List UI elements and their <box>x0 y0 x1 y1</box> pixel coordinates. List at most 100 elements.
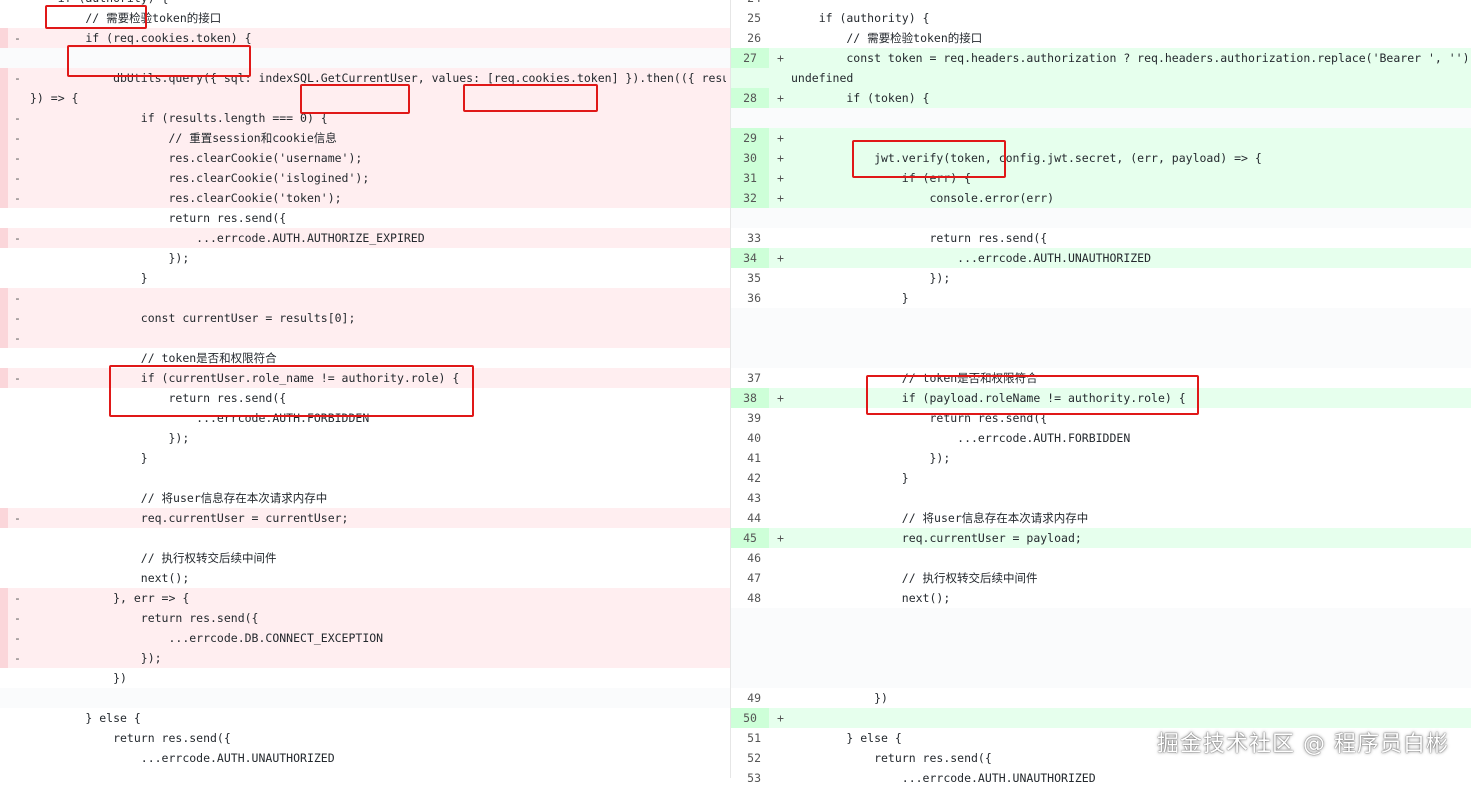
diff-marker: + <box>777 131 784 145</box>
line-number: 31 <box>731 168 769 188</box>
diff-marker: - <box>14 231 21 245</box>
code-text: }, err => { <box>30 591 190 605</box>
diff-marker: - <box>14 31 21 45</box>
diff-marker: - <box>14 111 21 125</box>
diff-line <box>731 668 1471 688</box>
line-number: 35 <box>747 271 761 285</box>
diff-line: 25 if (authority) { <box>731 8 1471 28</box>
diff-line <box>731 328 1471 348</box>
diff-line: 36 } <box>731 288 1471 308</box>
watermark: 掘金技术社区 @ 程序员白彬 <box>1157 732 1449 757</box>
diff-line <box>0 468 730 488</box>
diff-line: - <box>0 288 730 308</box>
code-text: if (authority) { <box>30 0 726 8</box>
code-text: return res.send({ <box>30 211 287 225</box>
diff-line: 37 // token是否和权限符合 <box>731 368 1471 388</box>
diff-line: // 执行权转交后续中间件 <box>0 548 730 568</box>
code-text: return res.send({ <box>791 231 1048 245</box>
diff-line: - return res.send({ <box>0 608 730 628</box>
line-number: 53 <box>747 771 761 785</box>
diff-marker: - <box>14 71 21 85</box>
diff-marker: - <box>14 151 21 165</box>
diff-marker: - <box>14 631 21 645</box>
code-text: } <box>791 291 909 305</box>
diff-line: 27 + const token = req.headers.authorizat… <box>731 48 1471 88</box>
diff-line: }); <box>0 428 730 448</box>
diff-line: - res.clearCookie('islogined'); <box>0 168 730 188</box>
diff-line <box>731 108 1471 128</box>
diff-marker: - <box>14 311 21 325</box>
code-text: if (err) { <box>791 171 972 185</box>
line-number: 33 <box>747 231 761 245</box>
diff-line: 31 + if (err) { <box>731 168 1471 188</box>
diff-line: 35 }); <box>731 268 1471 288</box>
line-number: 32 <box>731 188 769 208</box>
diff-marker: + <box>777 251 784 265</box>
diff-line <box>0 528 730 548</box>
diff-marker: - <box>14 171 21 185</box>
diff-line: 34 + ...errcode.AUTH.UNAUTHORIZED <box>731 248 1471 268</box>
diff-line: 30 + jwt.verify(token, config.jwt.secret,… <box>731 148 1471 168</box>
code-text: // 重置session和cookie信息 <box>30 131 337 145</box>
code-text: res.clearCookie('token'); <box>30 191 342 205</box>
code-text: // token是否和权限符合 <box>791 371 1038 385</box>
code-text: // 将user信息存在本次请求内存中 <box>791 511 1089 525</box>
diff-marker: + <box>777 531 784 545</box>
code-text: // 将user信息存在本次请求内存中 <box>30 491 328 505</box>
diff-marker: - <box>14 131 21 145</box>
line-number: 26 <box>747 31 761 45</box>
diff-marker: + <box>777 51 784 65</box>
diff-line: 47 // 执行权转交后续中间件 <box>731 568 1471 588</box>
code-text: const token = req.headers.authorization … <box>791 51 1467 65</box>
diff-line: - }, err => { <box>0 588 730 608</box>
diff-line: 41 }); <box>731 448 1471 468</box>
line-number: 24 <box>731 0 761 8</box>
code-text: ...errcode.AUTH.AUTHORIZE_EXPIRED <box>30 231 425 245</box>
code-text: return res.send({ <box>791 411 1048 425</box>
code-text: jwt.verify(token, config.jwt.secret, (er… <box>791 151 1262 165</box>
diff-line: - // 重置session和cookie信息 <box>0 128 730 148</box>
diff-line <box>731 348 1471 368</box>
diff-marker: + <box>777 391 784 405</box>
diff-line: 40 ...errcode.AUTH.FORBIDDEN <box>731 428 1471 448</box>
diff-line: next(); <box>0 568 730 588</box>
line-number: 40 <box>747 431 761 445</box>
line-number: 43 <box>747 491 761 505</box>
line-number: 47 <box>747 571 761 585</box>
diff-line <box>731 648 1471 668</box>
diff-marker: + <box>777 191 784 205</box>
code-text: }) <box>791 691 888 705</box>
code-text: req.currentUser = payload; <box>791 531 1082 545</box>
diff-line: 29 + <box>731 128 1471 148</box>
diff-line: - ...errcode.DB.CONNECT_EXCEPTION <box>0 628 730 648</box>
diff-line: - res.clearCookie('token'); <box>0 188 730 208</box>
diff-line: - if (req.cookies.token) { <box>0 28 730 48</box>
diff-line: 26 // 需要检验token的接口 <box>731 28 1471 48</box>
line-number: 37 <box>747 371 761 385</box>
diff-marker: - <box>14 591 21 605</box>
diff-line: - if (currentUser.role_name != authority… <box>0 368 730 388</box>
code-text: } <box>791 471 909 485</box>
code-text: }); <box>30 251 190 265</box>
code-text: // 需要检验token的接口 <box>791 31 983 45</box>
diff-line: 45 + req.currentUser = payload; <box>731 528 1471 548</box>
diff-line: 32 + console.error(err) <box>731 188 1471 208</box>
code-text: const currentUser = results[0]; <box>30 311 356 325</box>
code-text: return res.send({ <box>30 391 287 405</box>
line-number: 45 <box>731 528 769 548</box>
diff-line <box>0 48 730 68</box>
diff-marker: - <box>14 511 21 525</box>
code-text: ...errcode.AUTH.UNAUTHORIZED <box>791 771 1096 785</box>
diff-line <box>731 208 1471 228</box>
code-text: } <box>30 451 148 465</box>
diff-line: 43 <box>731 488 1471 508</box>
code-text: // 执行权转交后续中间件 <box>30 551 277 565</box>
diff-line: 48 next(); <box>731 588 1471 608</box>
code-text: req.currentUser = currentUser; <box>30 511 349 525</box>
line-number: 50 <box>731 708 769 728</box>
code-text: } <box>30 271 148 285</box>
code-text: res.clearCookie('islogined'); <box>30 171 370 185</box>
diff-line: // 需要检验token的接口 <box>0 8 730 28</box>
diff-marker: - <box>14 651 21 665</box>
line-number: 39 <box>747 411 761 425</box>
